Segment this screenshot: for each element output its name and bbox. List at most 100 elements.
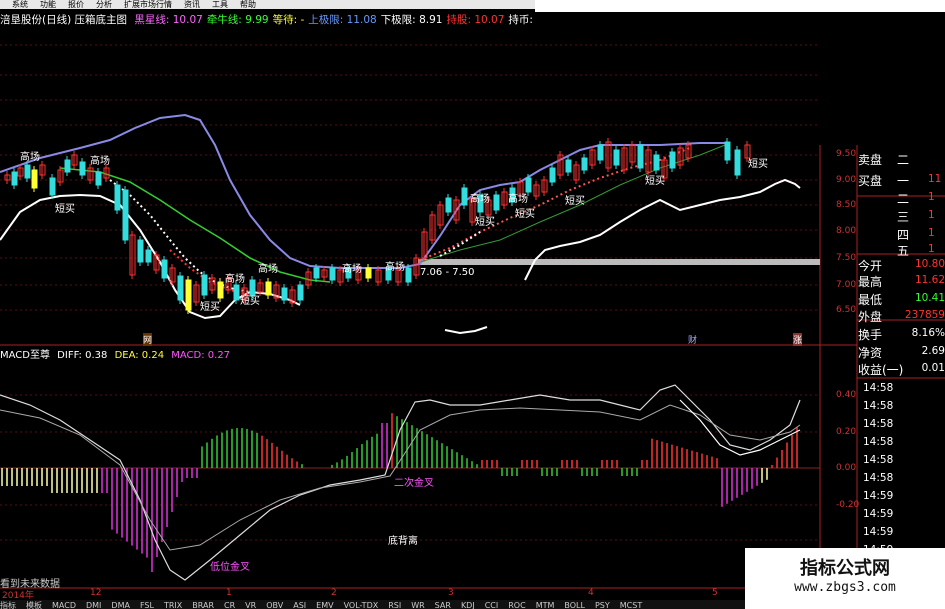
watermark-title: 指标公式网 — [800, 558, 890, 579]
quote-label: 今开 — [858, 259, 883, 273]
trade-time: 14:58 — [863, 400, 894, 412]
annotation-short-buy: 短买 — [515, 209, 535, 220]
order-level-value: 1 — [928, 243, 935, 255]
quote-value: 237859 — [904, 309, 945, 321]
indicator-tab[interactable]: 指标 — [0, 601, 16, 609]
order-level-value: 1 — [928, 209, 935, 221]
white-dot-trail-2 — [439, 231, 481, 257]
indicator-tab[interactable]: ASI — [293, 601, 306, 609]
trade-time: 14:59 — [863, 526, 894, 538]
order-level: 五 — [897, 244, 910, 258]
annotation-range: 7.06 - 7.50 — [420, 267, 475, 278]
indicator-tab[interactable]: RSI — [388, 601, 401, 609]
sell-label: 卖盘 — [858, 153, 883, 167]
marker-rise: 涨 — [793, 333, 803, 346]
marker-finance: 财 — [688, 336, 698, 346]
quote-label: 外盘 — [858, 310, 883, 324]
annotation-high: 高场 — [508, 194, 528, 205]
order-level-value: 1 — [928, 191, 935, 203]
month-label: 1 — [226, 588, 232, 598]
annotation-short-buy: 短买 — [748, 159, 768, 170]
indicator-tab[interactable]: EMV — [316, 601, 333, 609]
price-axis-label: 7.50 — [836, 253, 857, 263]
quote-label: 换手 — [858, 328, 883, 342]
upper-limit-line — [0, 113, 730, 269]
macd-value: MACD: 0.27 — [171, 350, 231, 361]
indicator-tab[interactable]: CR — [224, 601, 235, 609]
trade-time: 14:58 — [863, 454, 894, 466]
trade-time: 14:58 — [863, 436, 894, 448]
quote-value: 10.80 — [914, 258, 945, 270]
marker-net: 网 — [143, 333, 153, 346]
macd-axis-label: 0.00 — [836, 463, 857, 473]
trade-time: 14:59 — [863, 490, 894, 502]
price-axis-label: 6.50 — [836, 305, 857, 315]
indicator-tab[interactable]: TRIX — [164, 601, 182, 609]
indicator-tab[interactable]: DMI — [86, 601, 101, 609]
quote-label: 净资 — [858, 346, 883, 360]
indicator-tab[interactable]: VOL-TDX — [344, 601, 379, 609]
annotation-high: 高场 — [385, 262, 405, 273]
order-level-value: 1 — [928, 227, 935, 239]
trade-time: 14:58 — [863, 472, 894, 484]
indicator-tab[interactable]: ROC — [508, 601, 525, 609]
indicator-tab[interactable]: MACD — [52, 601, 76, 609]
month-label: 12 — [90, 588, 102, 598]
price-axis-label: 8.50 — [836, 200, 857, 210]
indicator-tab[interactable]: PSY — [595, 601, 610, 609]
screen: 系统 功能 报价 分析 扩展市场行情 资讯 工具 帮助 涪垦股份(日线) 压箱底主图 黑星线:… — [0, 0, 945, 609]
indicator-tab[interactable]: MTM — [536, 601, 555, 609]
trade-time: 14:59 — [863, 508, 894, 520]
watermark: 指标公式网 www.zbgs3.com — [745, 548, 945, 609]
indicator-tab[interactable]: VR — [245, 601, 256, 609]
annotation-low-gold-cross: 低位金叉 — [210, 562, 250, 573]
annotation-bottom-divergence: 底背离 — [388, 536, 418, 547]
indicator-tab[interactable]: BRAR — [192, 601, 214, 609]
quote-value: 8.16% — [911, 327, 945, 339]
annotation-high: 高场 — [258, 264, 278, 275]
trade-time: 14:58 — [863, 418, 894, 430]
indicator-tab[interactable]: FSL — [140, 601, 154, 609]
annotation-high: 高场 — [225, 274, 245, 285]
annotation-short-buy: 短买 — [645, 176, 665, 187]
quote-value: 0.01 — [921, 362, 945, 374]
month-label: 3 — [448, 588, 454, 598]
annotation-high: 高场 — [90, 156, 110, 167]
order-level: 二 — [897, 192, 910, 206]
month-label: 5 — [712, 588, 718, 598]
candlestick-chart[interactable] — [0, 0, 945, 609]
annotation-short-buy: 短买 — [565, 196, 585, 207]
trade-time: 14:58 — [863, 382, 894, 394]
indicator-tab[interactable]: MCST — [620, 601, 642, 609]
indicator-tab[interactable]: 模板 — [26, 601, 42, 609]
quote-label: 最高 — [858, 275, 883, 289]
indicator-tabs[interactable]: 指标 模板 MACD DMI DMA FSL TRIX BRAR CR VR OBV ASI EMV VO… — [0, 600, 745, 609]
indicator-tab[interactable]: CCI — [485, 601, 499, 609]
order-level: 四 — [897, 228, 910, 242]
indicator-tab[interactable]: DMA — [111, 601, 130, 609]
quote-value: 10.41 — [914, 292, 945, 304]
month-label: 4 — [588, 588, 594, 598]
order-level-value: 11 — [928, 173, 942, 185]
indicator-tab[interactable]: SAR — [435, 601, 451, 609]
range-band — [418, 259, 820, 265]
quote-label: 最低 — [858, 293, 883, 307]
indicator-tab[interactable]: OBV — [266, 601, 283, 609]
watermark-url: www.zbgs3.com — [794, 580, 896, 595]
annotation-short-buy: 短买 — [55, 204, 75, 215]
macd-axis-label: -0.20 — [836, 500, 860, 510]
price-axis-label: 9.50 — [836, 149, 857, 159]
white-stub — [444, 326, 488, 335]
annotation-high: 高场 — [470, 194, 490, 205]
order-level: 三 — [897, 210, 910, 224]
indicator-tab[interactable]: WR — [411, 601, 424, 609]
indicator-tab[interactable]: BOLL — [564, 601, 585, 609]
macd-axis-label: 0.40 — [836, 390, 857, 400]
price-axis-label: 8.00 — [836, 226, 857, 236]
indicator-tab[interactable]: KDJ — [461, 601, 475, 609]
macd-diff: DIFF: 0.38 — [57, 350, 108, 361]
candles — [4, 138, 751, 314]
annotation-second-gold-cross: 二次金叉 — [394, 478, 434, 489]
price-axis-label: 9.00 — [836, 175, 857, 185]
macd-histogram — [1, 413, 798, 572]
